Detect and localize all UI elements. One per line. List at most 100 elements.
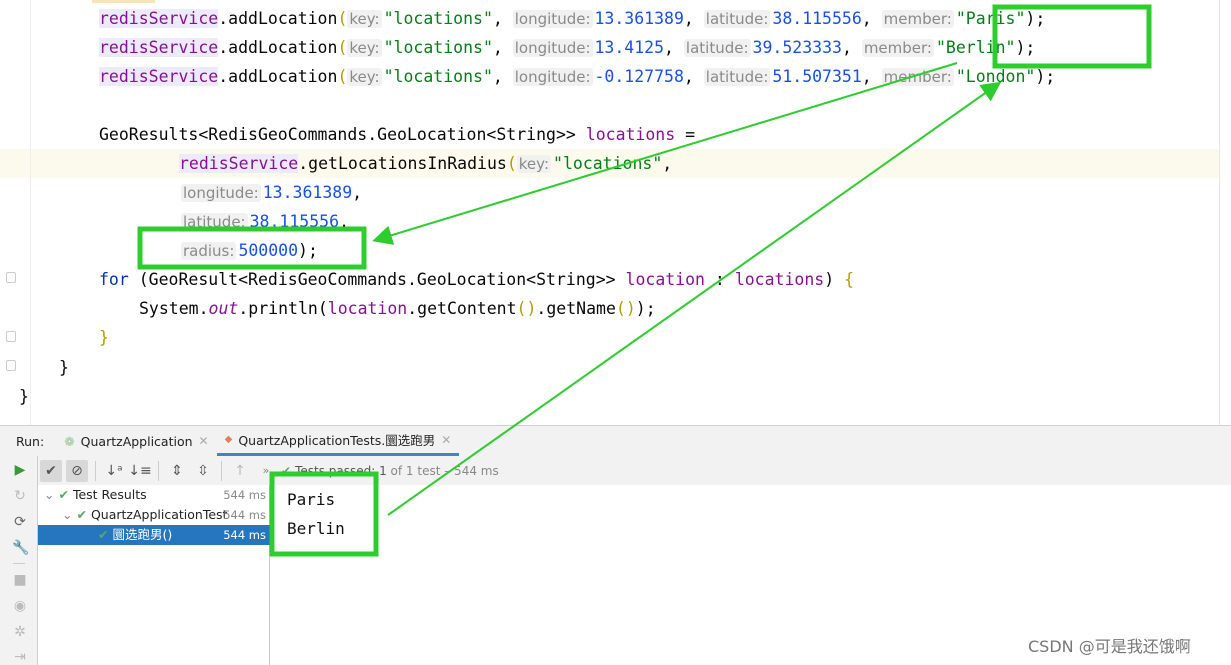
fold-marker-icon[interactable] xyxy=(6,360,16,371)
tree-item-test-results[interactable]: ⌄ ✔ Test Results 544 ms xyxy=(38,485,270,505)
code-token: , xyxy=(492,9,513,28)
code-token: = xyxy=(675,125,696,144)
check-icon: ✔ xyxy=(58,487,69,502)
code-token: "locations" xyxy=(553,154,663,173)
sort-alpha-icon[interactable]: ↓ᵃ xyxy=(103,460,125,482)
code-token: 38.115556 xyxy=(772,9,862,28)
collapse-all-icon[interactable]: ⇳ xyxy=(192,460,214,482)
code-token: ); xyxy=(1035,67,1056,86)
code-line: longitude: 13.361389, xyxy=(181,178,362,207)
code-token: ); xyxy=(298,241,318,260)
parameter-hint: latitude: xyxy=(181,213,248,231)
camera-icon[interactable]: ◉ xyxy=(12,598,28,614)
parameter-hint: longitude: xyxy=(512,68,593,86)
tree-time: 544 ms xyxy=(223,508,266,522)
test-results-tree: ⌄ ✔ Test Results 544 ms ⌄ ✔ QuartzApplicati… xyxy=(38,485,270,665)
code-token: "locations" xyxy=(383,9,493,28)
code-line: } xyxy=(59,353,69,382)
check-icon: ✔ xyxy=(76,507,87,522)
code-line: System.out.println(location.getContent()… xyxy=(139,294,656,323)
parameter-hint: member: xyxy=(881,10,954,28)
parameter-hint: key: xyxy=(347,10,382,28)
code-token: "locations" xyxy=(383,38,493,57)
code-token: ( xyxy=(337,9,348,28)
status-prefix: Tests passed: xyxy=(295,463,380,478)
code-line: for (GeoResult<RedisGeoCommands.GeoLocat… xyxy=(99,265,854,294)
code-token: { xyxy=(844,270,855,289)
parameter-hint: latitude: xyxy=(703,10,771,28)
code-token: } xyxy=(59,358,69,377)
code-token: , xyxy=(492,67,513,86)
parameter-hint: longitude: xyxy=(181,184,261,202)
tree-item-test-class[interactable]: ⌄ ✔ QuartzApplicationTest 544 ms xyxy=(38,505,270,525)
code-token: () xyxy=(516,299,537,318)
tab-quartz-application[interactable]: ❁ QuartzApplication ✕ xyxy=(56,426,216,456)
code-token: ) xyxy=(824,270,845,289)
code-token: 51.507351 xyxy=(772,67,862,86)
fold-marker-icon[interactable] xyxy=(6,272,16,283)
close-icon[interactable]: ✕ xyxy=(199,434,209,448)
chevron-down-icon[interactable]: ⌄ xyxy=(44,487,54,502)
tab-quartz-application-tests[interactable]: ◆ QuartzApplicationTests.圜选跑男 ✕ xyxy=(216,426,460,456)
code-token: , xyxy=(683,9,704,28)
run-label: Run: xyxy=(16,433,45,449)
stop-icon[interactable]: ■ xyxy=(12,572,28,588)
test-toolbar: ✔ ⊘ ↓ᵃ ↓≡ ⇕ ⇳ ↑ » ✔ Tests passed: 1 of 1 … xyxy=(38,456,1231,485)
code-token: redisService xyxy=(99,9,219,28)
run-panel: Run: ❁ QuartzApplication ✕ ◆ QuartzAppli… xyxy=(0,425,1231,665)
code-line: latitude: 38.115556, xyxy=(181,207,349,236)
debug-icon[interactable]: ✲ xyxy=(12,624,28,640)
code-token: location xyxy=(327,299,408,318)
code-token: , xyxy=(683,67,704,86)
toggle-auto-test-icon[interactable]: ⟳ xyxy=(12,514,28,530)
fold-marker-icon[interactable] xyxy=(6,331,16,342)
parameter-hint: radius: xyxy=(181,242,237,260)
code-line: redisService.addLocation(key: "locations"… xyxy=(99,62,1055,91)
sort-duration-icon[interactable]: ↓≡ xyxy=(128,460,151,482)
code-token: .addLocation xyxy=(218,38,338,57)
check-icon: ✔ xyxy=(98,527,109,542)
parameter-hint: key: xyxy=(347,68,382,86)
rerun-failed-icon[interactable]: ↻ xyxy=(12,488,28,504)
code-token: , xyxy=(841,38,862,57)
tree-label: QuartzApplicationTest xyxy=(90,507,228,522)
code-token: locations xyxy=(585,125,676,144)
parameter-hint: longitude: xyxy=(512,10,593,28)
code-token: 13.4125 xyxy=(594,38,665,57)
code-token: , xyxy=(352,183,363,202)
expand-all-icon[interactable]: ⇕ xyxy=(166,460,188,482)
status-count: 1 xyxy=(379,463,387,478)
show-ignored-icon[interactable]: ⊘ xyxy=(66,459,88,482)
code-editor[interactable]: redisService.addLocation(key: "locations"… xyxy=(0,0,1231,425)
rerun-icon[interactable]: ▶ xyxy=(12,462,28,478)
tree-label: Test Results xyxy=(72,487,147,502)
show-passed-icon[interactable]: ✔ xyxy=(40,459,62,482)
code-token: out xyxy=(208,299,239,318)
tree-time: 544 ms xyxy=(223,528,266,542)
code-line: redisService.getLocationsInRadius(key: "l… xyxy=(179,149,672,178)
code-token: .addLocation xyxy=(218,9,338,28)
code-token: ( xyxy=(337,67,348,86)
code-line: } xyxy=(99,323,109,352)
parameter-hint: latitude: xyxy=(703,68,771,86)
test-status: ✔ Tests passed: 1 of 1 test – 544 ms xyxy=(281,464,499,478)
code-token: GeoResults<RedisGeoCommands.GeoLocation<… xyxy=(99,125,586,144)
parameter-hint: longitude: xyxy=(512,39,593,57)
code-token: ); xyxy=(1015,38,1036,57)
exit-icon[interactable]: ⇥ xyxy=(12,649,28,665)
code-line: radius: 500000); xyxy=(181,236,318,265)
code-token: ( xyxy=(337,38,348,57)
code-line: redisService.addLocation(key: "locations"… xyxy=(99,33,1035,62)
wrench-icon[interactable]: 🔧 xyxy=(12,540,29,556)
gutter-divider xyxy=(30,0,31,425)
watermark: CSDN @可是我还饿啊 xyxy=(1028,637,1191,656)
chevron-down-icon[interactable]: ⌄ xyxy=(62,507,72,522)
code-token: 500000 xyxy=(238,241,299,260)
more-icon[interactable]: » xyxy=(255,460,277,482)
tree-item-test-method[interactable]: ✔ 圜选跑男() 544 ms xyxy=(38,525,270,545)
previous-failed-icon[interactable]: ↑ xyxy=(229,460,251,482)
run-side-toolbar: ▶ ↻ ⟳ 🔧 ■ ◉ ✲ ⇥ xyxy=(0,456,38,665)
parameter-hint: latitude: xyxy=(683,39,751,57)
close-icon[interactable]: ✕ xyxy=(441,433,451,447)
code-token: ( xyxy=(506,154,517,173)
